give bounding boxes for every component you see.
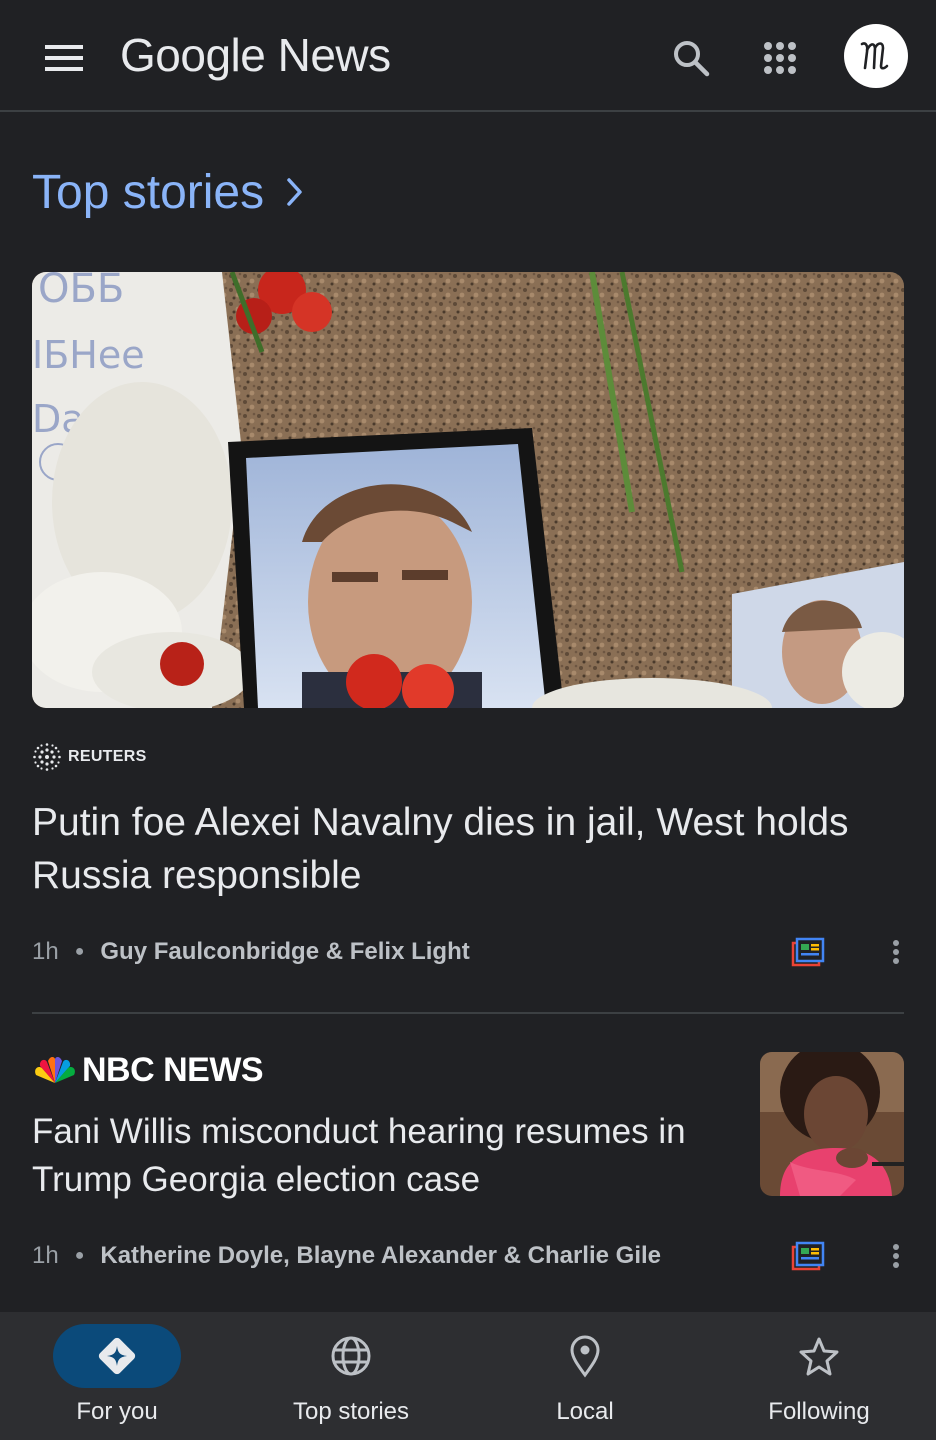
story-1-full-coverage-button[interactable] [786, 930, 830, 974]
nav-icon-container [521, 1324, 649, 1388]
search-icon [674, 41, 710, 77]
nav-for-you[interactable]: For you [0, 1312, 234, 1440]
story-1-age: 1h [32, 938, 59, 965]
account-avatar[interactable] [844, 24, 908, 88]
nav-icon-container [755, 1324, 883, 1388]
nav-local[interactable]: Local [468, 1312, 702, 1440]
story-2-meta: 1h ● Katherine Doyle, Blayne Alexander &… [32, 1238, 661, 1274]
separator-dot: ● [74, 1247, 85, 1264]
story-divider [32, 1012, 904, 1014]
menu-button[interactable] [30, 32, 98, 84]
story-2-thumbnail[interactable] [760, 1052, 904, 1196]
section-title: Top stories [32, 165, 265, 219]
nav-label: For you [76, 1398, 158, 1425]
bottom-navigation: For you Top stories Local Following [0, 1312, 936, 1440]
svg-text:ІБНее: ІБНее [32, 333, 145, 377]
full-coverage-icon [791, 1241, 825, 1271]
story-2-source[interactable]: NBC NEWS [32, 1050, 264, 1090]
nav-label: Top stories [292, 1398, 410, 1425]
story-1-meta: 1h ● Guy Faulconbridge & Felix Light [32, 934, 470, 970]
for-you-icon [98, 1337, 136, 1375]
story-2-age: 1h [32, 1242, 59, 1269]
nav-top-stories[interactable]: Top stories [234, 1312, 468, 1440]
separator-dot: ● [74, 943, 85, 960]
story-2-byline: Katherine Doyle, Blayne Alexander & Char… [100, 1242, 662, 1269]
nav-label: Following [768, 1398, 870, 1425]
story-1-headline[interactable]: Putin foe Alexei Navalny dies in jail, W… [32, 796, 904, 902]
reuters-logo-icon [33, 743, 61, 771]
nbc-peacock-icon [35, 1056, 75, 1083]
hero-story-image[interactable]: ОББ ІБНее Dax [32, 272, 904, 708]
story-1-byline: Guy Faulconbridge & Felix Light [100, 938, 470, 965]
google-apps-button[interactable] [752, 30, 808, 86]
nav-icon-container [287, 1324, 415, 1388]
nav-label: Local [556, 1398, 614, 1425]
chevron-right-icon [286, 177, 304, 207]
more-vert-icon [893, 940, 899, 964]
more-vert-icon [893, 1244, 899, 1268]
story-2-full-coverage-button[interactable] [786, 1234, 830, 1278]
star-icon [799, 1337, 839, 1376]
globe-icon [331, 1336, 371, 1376]
app-logo[interactable]: Google News [120, 28, 391, 82]
story-1-source[interactable]: REUTERS [32, 742, 147, 772]
apps-grid-icon [764, 42, 796, 74]
story-2-more-button[interactable] [881, 1234, 911, 1278]
avatar-monogram-icon [860, 42, 889, 70]
story-1-more-button[interactable] [881, 930, 911, 974]
top-stories-section-link[interactable]: Top stories [32, 160, 304, 224]
app-bar: Google News [0, 0, 936, 112]
full-coverage-icon [791, 937, 825, 967]
nav-following[interactable]: Following [702, 1312, 936, 1440]
search-button[interactable] [664, 30, 718, 86]
active-indicator [53, 1324, 181, 1388]
story-2-headline[interactable]: Fani Willis misconduct hearing resumes i… [32, 1108, 722, 1204]
story-1-source-name: REUTERS [68, 748, 147, 765]
menu-icon [45, 45, 83, 71]
location-pin-icon [570, 1335, 600, 1378]
story-2-source-name: NBC NEWS [82, 1050, 264, 1089]
svg-text:ОББ: ОББ [38, 272, 124, 312]
